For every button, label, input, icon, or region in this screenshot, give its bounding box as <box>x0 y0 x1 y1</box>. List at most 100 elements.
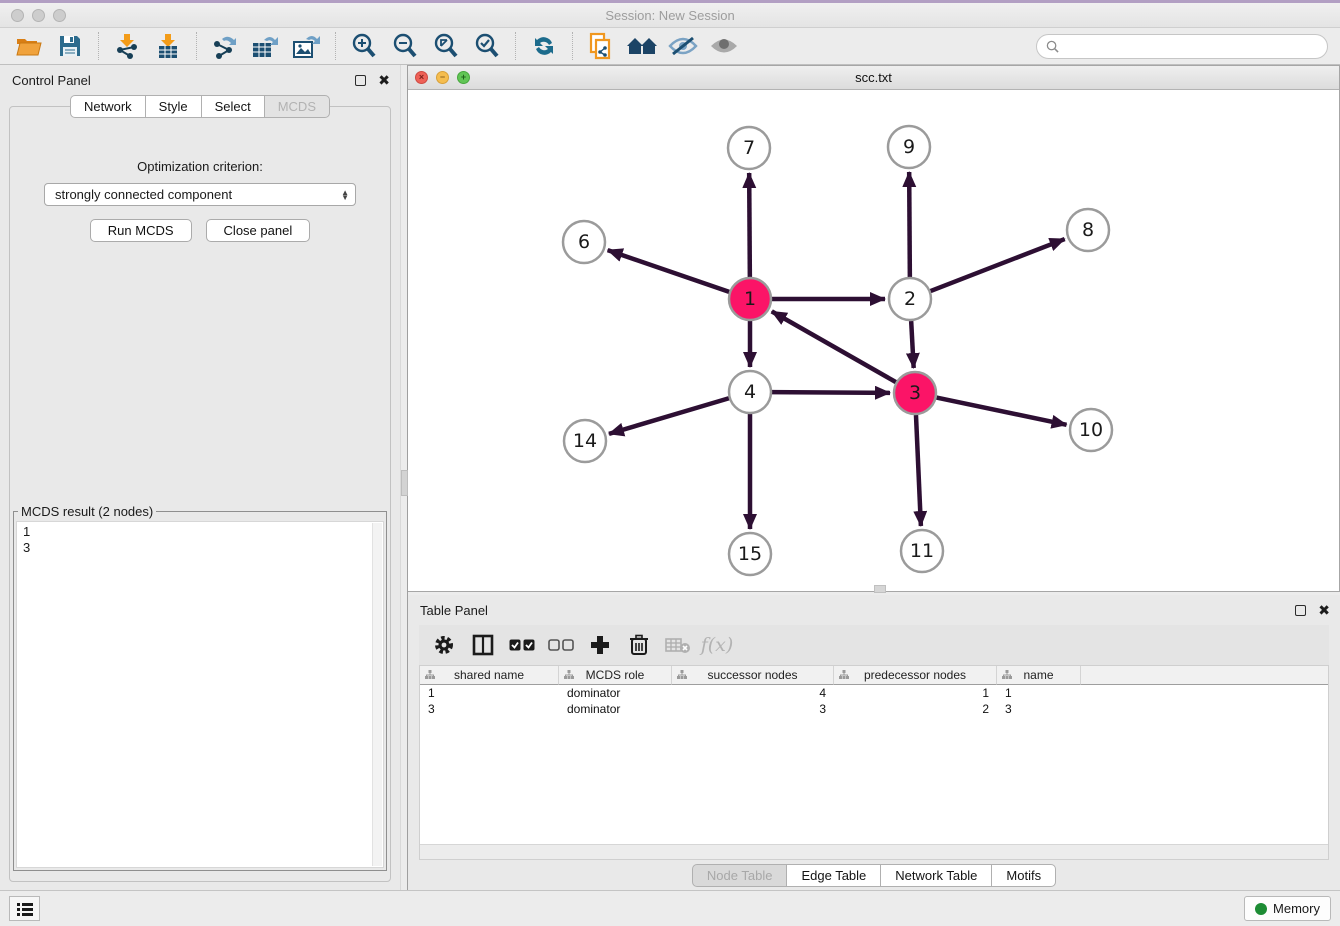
node-4[interactable]: 4 <box>729 371 771 413</box>
import-table-icon[interactable] <box>151 31 185 61</box>
column-header-mcds-role[interactable]: MCDS role <box>559 666 672 685</box>
unchecked-checkboxes-icon[interactable] <box>546 630 576 660</box>
tab-style[interactable]: Style <box>145 95 202 118</box>
table-cell[interactable]: 2 <box>834 701 997 717</box>
close-panel-button[interactable]: Close panel <box>206 219 311 242</box>
edge-4-to-14[interactable] <box>609 398 729 434</box>
zoom-out-icon[interactable] <box>388 31 422 61</box>
checked-checkboxes-icon[interactable] <box>507 630 537 660</box>
node-10[interactable]: 10 <box>1070 409 1112 451</box>
node-3[interactable]: 3 <box>894 372 936 414</box>
zoom-in-icon[interactable] <box>347 31 381 61</box>
table-cell[interactable]: dominator <box>559 685 672 701</box>
column-header-name[interactable]: name <box>997 666 1081 685</box>
export-table-icon[interactable] <box>249 31 283 61</box>
duplicate-document-icon[interactable] <box>584 31 618 61</box>
add-row-icon[interactable] <box>585 630 615 660</box>
table-row[interactable]: 1dominator411 <box>420 685 1328 701</box>
tab-network[interactable]: Network <box>70 95 146 118</box>
import-network-icon[interactable] <box>110 31 144 61</box>
node-14[interactable]: 14 <box>564 420 606 462</box>
node-15[interactable]: 15 <box>729 533 771 575</box>
homes-icon[interactable] <box>625 31 659 61</box>
node-9[interactable]: 9 <box>888 126 930 168</box>
close-panel-icon[interactable]: ✖ <box>378 73 390 87</box>
edge-2-to-8[interactable] <box>931 239 1065 291</box>
table-tab-network-table[interactable]: Network Table <box>880 864 992 887</box>
table-cell[interactable]: 3 <box>420 701 559 717</box>
tab-mcds[interactable]: MCDS <box>264 95 330 118</box>
edge-1-to-6[interactable] <box>608 250 730 292</box>
eye-slash-icon[interactable] <box>666 31 700 61</box>
edge-4-to-3[interactable] <box>772 392 890 393</box>
search-input[interactable] <box>1064 39 1318 54</box>
run-mcds-button[interactable]: Run MCDS <box>90 219 192 242</box>
table-tab-motifs[interactable]: Motifs <box>991 864 1056 887</box>
edge-1-to-7[interactable] <box>749 173 750 277</box>
network-canvas[interactable]: 7 9 6 8 1 2 4 3 14 10 15 11 <box>408 90 1339 591</box>
save-floppy-icon[interactable] <box>53 31 87 61</box>
table-cell[interactable]: 4 <box>672 685 834 701</box>
table-cell-filler <box>1081 701 1328 717</box>
column-header-predecessor-nodes[interactable]: predecessor nodes <box>834 666 997 685</box>
criterion-select[interactable]: strongly connected component ▲▼ <box>44 183 356 206</box>
table-cell[interactable]: 3 <box>672 701 834 717</box>
table-cell[interactable]: 1 <box>420 685 559 701</box>
table-float-panel-icon[interactable] <box>1295 605 1306 616</box>
eye-icon[interactable] <box>707 31 741 61</box>
table-row[interactable]: 3dominator323 <box>420 701 1328 717</box>
minimize-window-button[interactable] <box>32 9 45 22</box>
table-cell[interactable]: 3 <box>997 701 1081 717</box>
node-8[interactable]: 8 <box>1067 209 1109 251</box>
edge-2-to-3[interactable] <box>911 321 914 368</box>
split-columns-icon[interactable] <box>468 630 498 660</box>
tab-select[interactable]: Select <box>201 95 265 118</box>
edge-3-to-11[interactable] <box>916 415 921 526</box>
trash-icon[interactable] <box>624 630 654 660</box>
node-6[interactable]: 6 <box>563 221 605 263</box>
node-2[interactable]: 2 <box>889 278 931 320</box>
canvas-splitter-grip[interactable] <box>874 585 886 593</box>
edge-3-to-1[interactable] <box>772 311 896 382</box>
export-network-icon[interactable] <box>208 31 242 61</box>
float-panel-icon[interactable] <box>355 75 366 86</box>
node-1[interactable]: 1 <box>729 278 771 320</box>
table-close-panel-icon[interactable]: ✖ <box>1318 603 1330 617</box>
refresh-icon[interactable] <box>527 31 561 61</box>
window-title: Session: New Session <box>605 8 734 23</box>
open-folder-icon[interactable] <box>12 31 46 61</box>
table-cell[interactable]: 1 <box>834 685 997 701</box>
memory-button[interactable]: Memory <box>1244 896 1331 921</box>
result-scrollbar[interactable] <box>372 523 382 866</box>
network-maximize-button[interactable]: + <box>457 71 470 84</box>
zoom-selected-icon[interactable] <box>470 31 504 61</box>
column-header-shared-name[interactable]: shared name <box>420 666 559 685</box>
table-cell[interactable]: dominator <box>559 701 672 717</box>
search-field[interactable] <box>1036 34 1328 59</box>
node-11[interactable]: 11 <box>901 530 943 572</box>
function-builder-icon[interactable]: f(x) <box>702 630 732 660</box>
table-tab-edge-table[interactable]: Edge Table <box>786 864 881 887</box>
table-horizontal-scrollbar[interactable] <box>420 844 1328 859</box>
maximize-window-button[interactable] <box>53 9 66 22</box>
table-tab-node-table[interactable]: Node Table <box>692 864 788 887</box>
zoom-fit-icon[interactable] <box>429 31 463 61</box>
gear-icon[interactable] <box>429 630 459 660</box>
export-image-icon[interactable] <box>290 31 324 61</box>
edge-2-to-9[interactable] <box>909 172 910 277</box>
network-window-title: scc.txt <box>855 70 892 85</box>
close-window-button[interactable] <box>11 9 24 22</box>
result-item: 1 <box>23 524 383 540</box>
splitter-grip[interactable] <box>401 470 408 496</box>
edge-3-to-10[interactable] <box>937 398 1067 425</box>
vertical-splitter[interactable] <box>400 65 408 890</box>
node-label: 3 <box>909 382 921 404</box>
network-close-button[interactable]: × <box>415 71 428 84</box>
mcds-result-list[interactable]: 13 <box>16 521 384 868</box>
network-minimize-button[interactable]: − <box>436 71 449 84</box>
delete-table-icon[interactable] <box>663 630 693 660</box>
task-history-button[interactable] <box>9 896 40 921</box>
column-header-successor-nodes[interactable]: successor nodes <box>672 666 834 685</box>
node-7[interactable]: 7 <box>728 127 770 169</box>
table-cell[interactable]: 1 <box>997 685 1081 701</box>
